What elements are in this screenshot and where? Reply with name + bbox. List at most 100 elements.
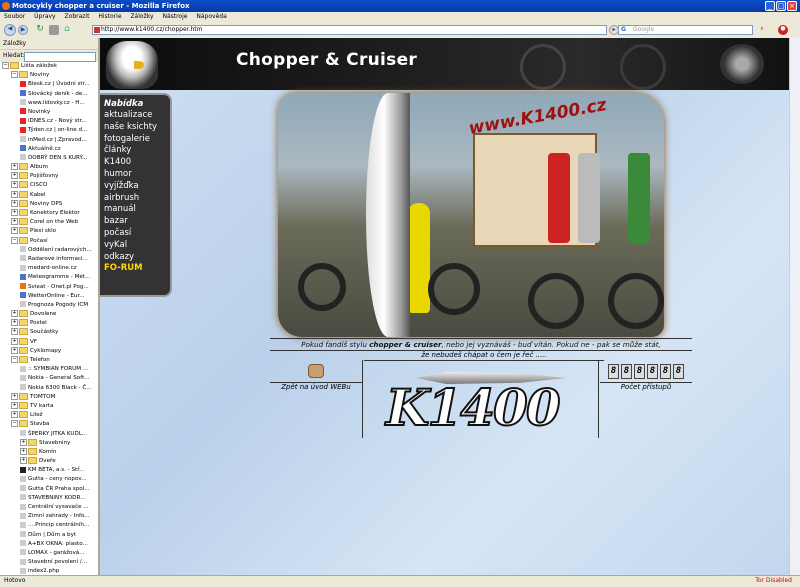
nav-link[interactable]: počasí	[104, 228, 170, 240]
bookmark-item[interactable]: Stavební povolení /...	[0, 558, 98, 567]
bookmark-folder[interactable]: + Corel on the Web	[0, 218, 98, 227]
menu-historie[interactable]: Historie	[98, 13, 121, 20]
nav-link[interactable]: fotogalerie	[104, 134, 170, 146]
bookmark-folder[interactable]: + Album	[0, 163, 98, 172]
bookmark-folder[interactable]: + Postel	[0, 319, 98, 328]
menu-zobrazit[interactable]: Zobrazit	[65, 13, 90, 20]
stop-icon[interactable]	[49, 25, 59, 35]
bookmark-folder[interactable]: + VF	[0, 337, 98, 347]
close-button[interactable]: ×	[787, 1, 797, 11]
bookmark-item[interactable]: inMed.cz | Zpravod...	[0, 136, 98, 145]
bookmark-folder[interactable]: + Cyklomapy	[0, 346, 98, 356]
bookmark-item[interactable]: Aktuálně.cz	[0, 145, 98, 154]
bookmark-item[interactable]: Radarové informaci...	[0, 255, 98, 264]
reload-icon[interactable]: ↻	[35, 25, 45, 35]
expand-icon[interactable]: +	[11, 310, 18, 318]
collapse-icon[interactable]: −	[2, 62, 9, 69]
expand-icon[interactable]: +	[11, 181, 18, 189]
menu-napoveda[interactable]: Nápověda	[196, 13, 226, 20]
expand-icon[interactable]: +	[11, 163, 18, 171]
bookmark-item[interactable]: Gutta ČR Praha spol...	[0, 485, 98, 494]
bookmark-item[interactable]: ....Princip centrálníh...	[0, 521, 98, 530]
bookmark-item[interactable]: medard-online.cz	[0, 264, 98, 273]
expand-icon[interactable]: +	[20, 447, 27, 455]
nav-link[interactable]: bazar	[104, 216, 170, 228]
bookmark-item[interactable]: DOBRÝ DEN S KURÝ...	[0, 154, 98, 163]
maximize-button[interactable]: □	[776, 1, 786, 11]
collapse-icon[interactable]: −	[11, 236, 18, 244]
nav-link[interactable]: vyKal	[104, 240, 170, 252]
nav-link[interactable]: články	[104, 145, 170, 157]
search-input[interactable]: G Google	[618, 25, 753, 35]
bookmark-folder[interactable]: + Stavebniny	[0, 438, 98, 448]
back-home-link[interactable]: Zpět na úvod WEBu	[270, 364, 362, 391]
bookmark-item[interactable]: index2.php	[0, 567, 98, 575]
bookmark-item[interactable]: Novinky	[0, 108, 98, 117]
expand-icon[interactable]: +	[11, 199, 18, 207]
bookmark-folder[interactable]: + CISCO	[0, 181, 98, 190]
bookmark-folder[interactable]: + Lilež	[0, 411, 98, 420]
bookmark-folder[interactable]: + Součástky	[0, 328, 98, 337]
expand-icon[interactable]: +	[11, 401, 18, 409]
expand-icon[interactable]: +	[20, 438, 27, 446]
expand-icon[interactable]: +	[11, 346, 18, 354]
bookmark-item[interactable]: Blesk.cz | Úvodní str...	[0, 80, 98, 89]
bookmark-folder[interactable]: + Plexi sklo	[0, 227, 98, 236]
url-bar[interactable]: http://www.k1400.cz/chopper.htm	[92, 25, 607, 35]
bookmark-folder[interactable]: − Počasí	[0, 236, 98, 246]
bookmark-folder[interactable]: + Konektory Elektor	[0, 209, 98, 218]
menu-upravy[interactable]: Úpravy	[34, 13, 55, 20]
collapse-icon[interactable]: −	[11, 420, 18, 428]
nav-link[interactable]: airbrush	[104, 193, 170, 205]
back-arrow-icon[interactable]: ◀	[4, 24, 16, 36]
collapse-icon[interactable]: −	[11, 71, 18, 79]
menu-soubor[interactable]: Soubor	[4, 13, 25, 20]
expand-icon[interactable]: +	[11, 190, 18, 198]
expand-icon[interactable]: +	[11, 319, 18, 327]
bookmark-folder[interactable]: + TOMTOM	[0, 392, 98, 402]
bookmark-item[interactable]: ŠPERKY JITKA KUDL...	[0, 430, 98, 439]
bookmark-folder[interactable]: + Komín	[0, 447, 98, 457]
collapse-icon[interactable]: −	[11, 356, 18, 363]
search-icon[interactable]: ⌕	[757, 25, 767, 35]
vertical-scrollbar[interactable]	[789, 38, 800, 575]
home-icon[interactable]: ⌂	[62, 25, 72, 35]
bookmark-item[interactable]: Centrální vysavače ...	[0, 503, 98, 512]
nav-link[interactable]: naše ksichty	[104, 122, 170, 134]
adblock-icon[interactable]: ●	[778, 25, 788, 35]
bookmark-item[interactable]: iDNES.cz - Nový str...	[0, 117, 98, 126]
nav-link[interactable]: aktualizace	[104, 110, 170, 122]
expand-icon[interactable]: +	[11, 337, 18, 345]
bookmark-folder[interactable]: + Dovolene	[0, 310, 98, 319]
bookmark-item[interactable]: LOMAX - garážová...	[0, 549, 98, 558]
bookmark-item[interactable]: Dům | Dům a byt	[0, 531, 98, 540]
expand-icon[interactable]: +	[11, 209, 18, 216]
forward-arrow-icon[interactable]: ▶	[18, 25, 28, 35]
nav-link[interactable]: FO-RUM	[104, 263, 170, 275]
sidebar-search-input[interactable]	[24, 52, 96, 62]
tor-status[interactable]: Tor Disabled	[755, 576, 792, 586]
bookmark-item[interactable]: www.lidovky.cz - H...	[0, 99, 98, 108]
bookmark-item[interactable]: Svieat - Onet.pl Pog...	[0, 283, 98, 292]
bookmark-folder[interactable]: + TV karta	[0, 401, 98, 411]
bookmark-item[interactable]: :: SYMBIAN FORUM ...	[0, 365, 98, 374]
nav-link[interactable]: odkazy	[104, 252, 170, 264]
bookmark-item[interactable]: Slovácký deník - de...	[0, 90, 98, 99]
menu-zalozky[interactable]: Záložky	[130, 13, 153, 20]
expand-icon[interactable]: +	[11, 392, 18, 400]
menu-nastroje[interactable]: Nástroje	[162, 13, 187, 20]
bookmark-folder[interactable]: − Stavba	[0, 420, 98, 429]
expand-icon[interactable]: +	[11, 411, 18, 419]
bookmark-item[interactable]: KM BETA, a.s. - Stř...	[0, 466, 98, 475]
bookmark-item[interactable]: Oddělení radarových...	[0, 246, 98, 255]
bookmark-item[interactable]: Nokia - General Soft...	[0, 374, 98, 383]
bookmark-folder[interactable]: + Pojišťovny	[0, 172, 98, 181]
bookmark-item[interactable]: Nokia 6300 Black - Č...	[0, 384, 98, 393]
bookmark-folder[interactable]: + Dveře	[0, 457, 98, 466]
expand-icon[interactable]: +	[11, 172, 18, 180]
bookmark-folder[interactable]: − Lišta záložek	[0, 62, 98, 71]
bookmark-folder[interactable]: + Kabel	[0, 190, 98, 200]
nav-link[interactable]: humor	[104, 169, 170, 181]
nav-link[interactable]: vyjížďka	[104, 181, 170, 193]
bookmark-item[interactable]: Zimní zahrady - Info...	[0, 512, 98, 521]
